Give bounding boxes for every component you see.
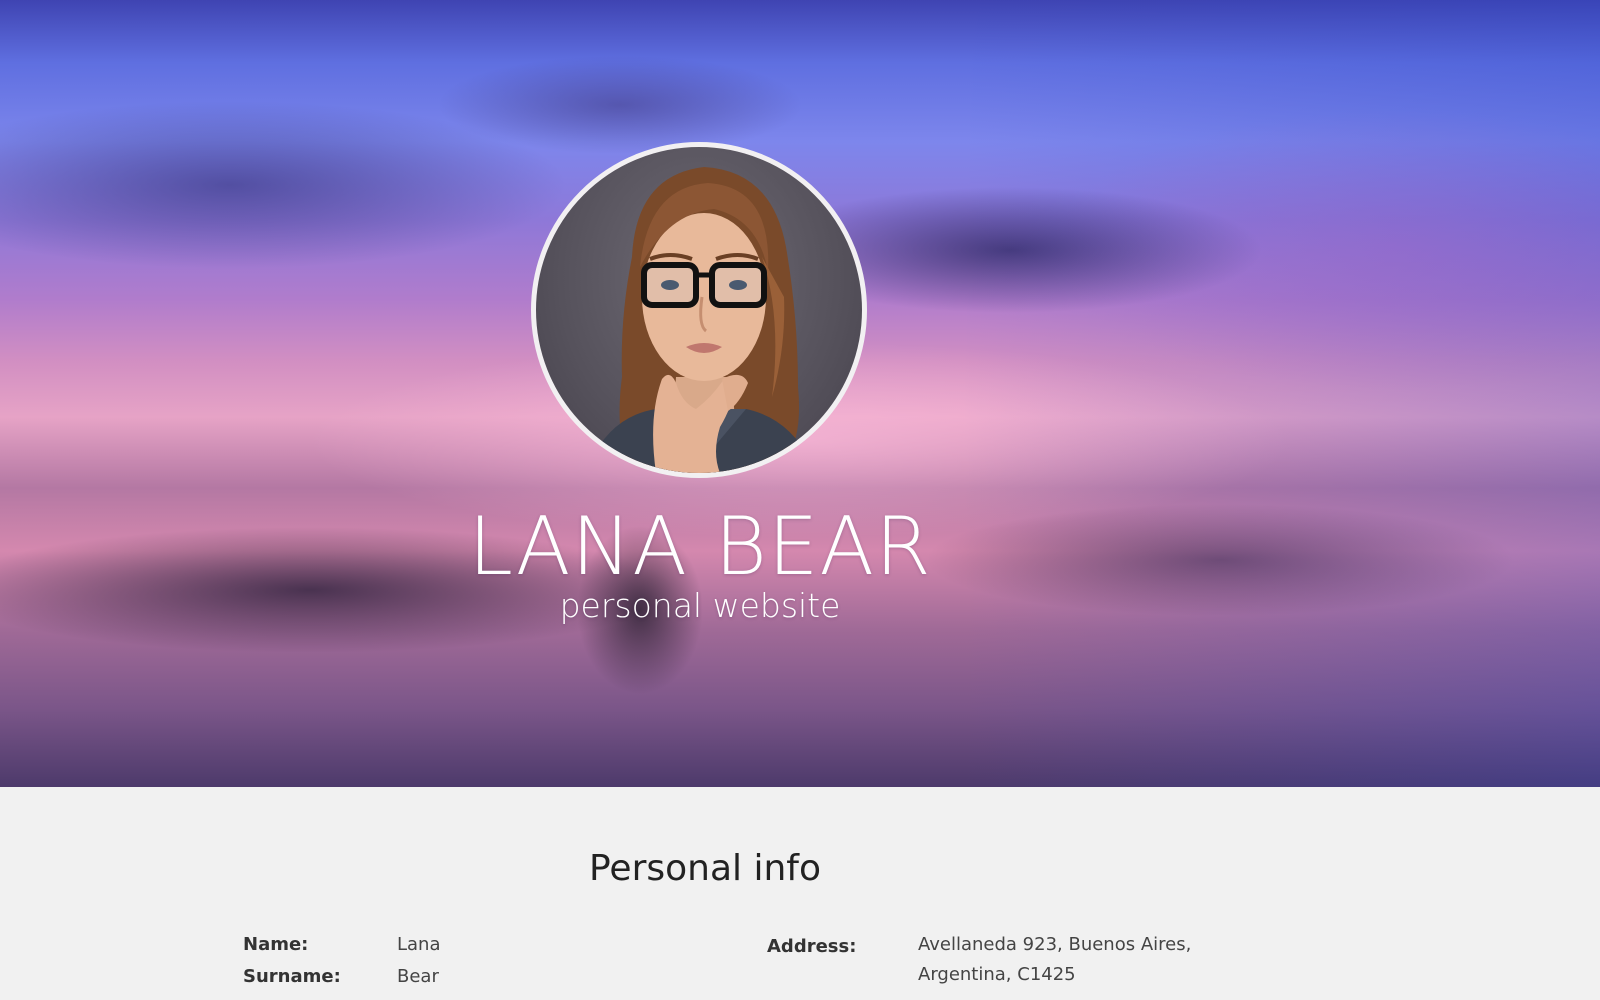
info-row-name: Name: [243,933,308,957]
field-value: Bear [397,966,439,987]
hero-banner: LANA BEAR personal website [0,0,1600,787]
hero-name: LANA BEAR [468,500,932,593]
personal-info-section: Personal info Name: Lana Surname: Bear A… [0,787,1600,1000]
profile-photo [531,142,867,478]
hero-tagline: personal website [559,586,841,625]
info-row-surname: Surname: [243,965,341,989]
info-value-address-line2: Argentina, C1425 [918,963,1076,987]
field-label: Address: [767,936,857,957]
info-value-surname: Bear [397,965,439,989]
section-title: Personal info [589,848,821,889]
info-row-address: Address: [767,935,856,959]
field-value: Avellaneda 923, Buenos Aires, [918,934,1192,955]
profile-photo-illustration [586,167,816,473]
field-value: Argentina, C1425 [918,964,1076,985]
info-value-address-line1: Avellaneda 923, Buenos Aires, [918,933,1191,957]
field-label: Surname: [243,966,341,987]
field-label: Name: [243,934,309,955]
field-value: Lana [397,934,441,955]
info-value-name: Lana [397,933,441,957]
